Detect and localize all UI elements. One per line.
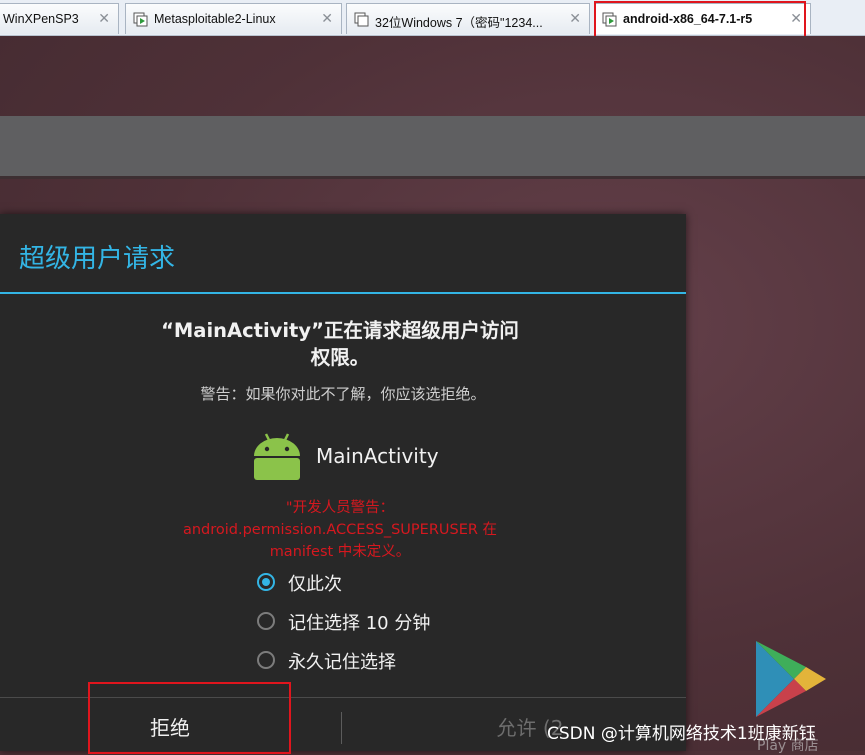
developer-warning: "开发人员警告： android.permission.ACCESS_SUPER… [140, 497, 540, 563]
radio-icon[interactable] [257, 651, 275, 669]
android-action-bar [0, 116, 865, 176]
play-store-icon[interactable] [750, 637, 830, 717]
android-app-icon [254, 433, 300, 480]
option-label: 永久记住选择 [288, 652, 396, 673]
tab-label: WinXPenSP3 [3, 12, 79, 26]
warning-text: 警告：如果你对此不了解，你应该选拒绝。 [200, 385, 486, 403]
tab-label: 32位Windows 7（密码"1234... [375, 16, 543, 30]
superuser-request-dialog: 超级用户请求 “MainActivity”正在请求超级用户访问 权限。 警告：如… [0, 214, 686, 751]
close-icon[interactable]: ✕ [569, 10, 581, 27]
vm-icon [354, 12, 369, 27]
dialog-title: 超级用户请求 [19, 244, 176, 274]
radio-selected-icon[interactable] [257, 573, 275, 591]
vm-icon [133, 12, 148, 27]
radio-icon[interactable] [257, 612, 275, 630]
tab-windows7[interactable]: 32位Windows 7（密码"1234... ✕ [346, 3, 590, 34]
highlight-box-deny [88, 682, 291, 754]
close-icon[interactable]: ✕ [321, 10, 333, 27]
watermark: CSDN @计算机网络技术1班康新钰 [547, 724, 816, 744]
close-icon[interactable]: ✕ [98, 10, 110, 27]
option-label: 记住选择 10 分钟 [288, 613, 431, 634]
button-separator [341, 712, 342, 744]
app-name: MainActivity [316, 444, 439, 468]
request-line: 权限。 [310, 346, 370, 369]
request-message: “MainActivity”正在请求超级用户访问 权限。 [140, 317, 540, 371]
developer-warning-line: manifest 中未定义。 [269, 544, 411, 560]
tab-label: Metasploitable2-Linux [154, 12, 276, 26]
option-label: 仅此次 [288, 574, 342, 595]
developer-warning-line: android.permission.ACCESS_SUPERUSER 在 [182, 522, 498, 538]
tab-metasploitable[interactable]: Metasploitable2-Linux ✕ [125, 3, 342, 34]
action-bar-shadow [0, 176, 865, 179]
developer-warning-line: "开发人员警告： [285, 500, 395, 516]
title-divider [0, 292, 686, 294]
request-line: “MainActivity”正在请求超级用户访问 [161, 319, 519, 342]
tab-winxp[interactable]: WinXPenSP3 ✕ [0, 3, 119, 34]
